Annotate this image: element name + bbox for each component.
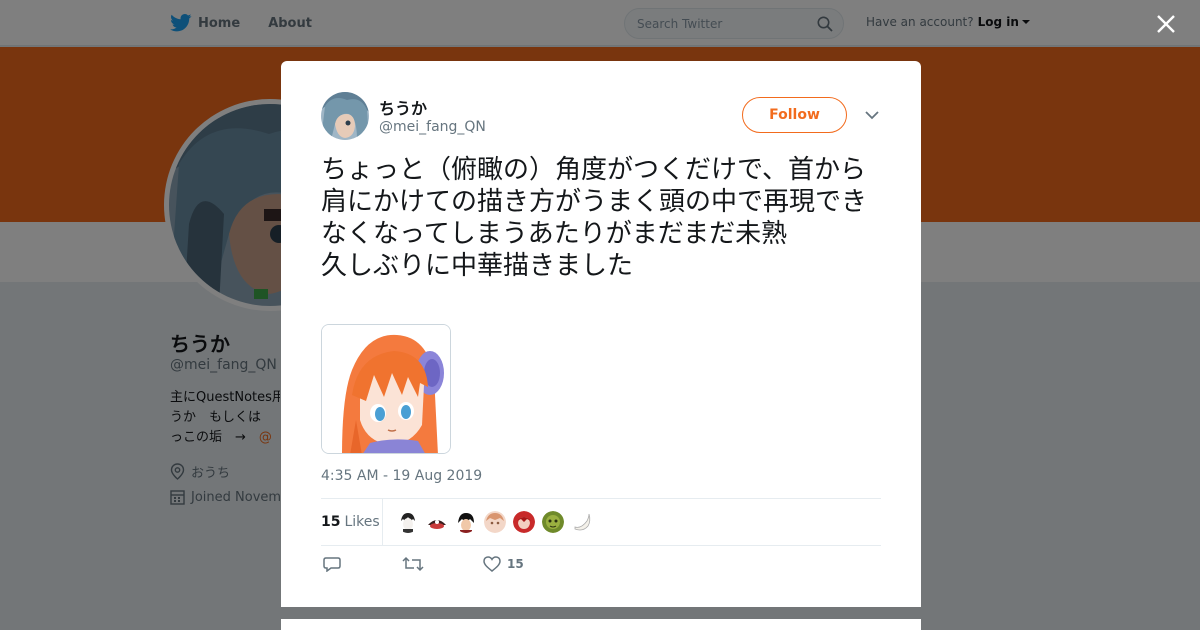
liker-avatar-7[interactable] [571,511,593,533]
tweet-author-name[interactable]: ちうか [379,95,427,119]
liker-avatars [397,511,600,533]
liker-avatar-1[interactable] [397,511,419,533]
tweet-modal: ちうか @mei_fang_QN Follow ちょっと（俯瞰の）角度がつくだけ… [281,61,921,607]
liker-avatar-3[interactable] [455,511,477,533]
tweet-media-image[interactable] [321,324,451,454]
heart-icon [483,556,501,572]
liker-avatar-6[interactable] [542,511,564,533]
retweet-icon [402,556,424,572]
likes-count: 15 [321,514,341,530]
liker-avatar-5[interactable] [513,511,535,533]
like-count: 15 [507,557,524,571]
author-avatar-image [321,92,369,140]
likes-stat[interactable]: 15 Likes [321,498,383,546]
chevron-down-icon[interactable] [864,109,880,121]
tweet-author-handle[interactable]: @mei_fang_QN [379,119,486,135]
tweet-author-avatar[interactable] [321,92,369,140]
tweet-stats: 15 Likes [321,498,881,546]
close-icon[interactable] [1155,13,1177,35]
tweet-text: ちょっと（俯瞰の）角度がつくだけで、首から肩にかけての描き方がうまく頭の中で再現… [321,155,868,281]
follow-button[interactable]: Follow [742,97,847,133]
next-tweet-edge [281,619,921,630]
liker-avatar-2[interactable] [426,511,448,533]
liker-avatar-4[interactable] [484,511,506,533]
retweet-button[interactable] [402,556,424,572]
tweet-timestamp[interactable]: 4:35 AM - 19 Aug 2019 [321,468,482,484]
anime-girl-illustration [322,325,450,453]
tweet-actions: 15 [321,556,621,580]
likes-label: Likes [344,514,380,530]
reply-icon [323,557,341,572]
reply-button[interactable] [323,556,341,572]
like-button[interactable]: 15 [483,556,524,572]
